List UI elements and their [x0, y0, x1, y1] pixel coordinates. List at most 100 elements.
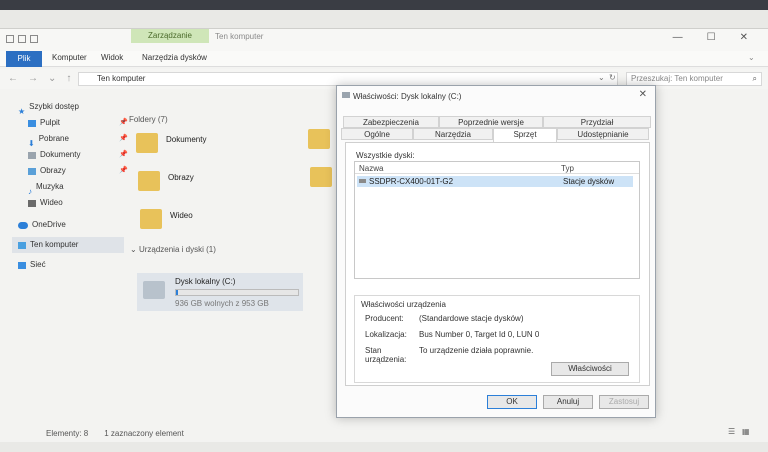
- sidebar-item-video[interactable]: Wideo: [18, 195, 128, 211]
- drive-icon: [143, 281, 165, 299]
- document-icon: [28, 151, 36, 159]
- tab-tools[interactable]: Narzędzia: [413, 128, 493, 140]
- group-header-devices[interactable]: ⌄ Urządzenia i dyski (1): [130, 245, 216, 254]
- chevron-down-icon[interactable]: ⌄: [598, 73, 605, 82]
- refresh-icon[interactable]: ↻: [609, 73, 616, 82]
- back-icon[interactable]: ←: [8, 73, 18, 84]
- disk-list-header: Nazwa Typ: [355, 162, 639, 174]
- selection-count: 1 zaznaczony element: [104, 429, 184, 438]
- search-input[interactable]: Przeszukaj: Ten komputer ⌕: [626, 72, 762, 86]
- item-count: Elementy: 8: [46, 429, 89, 438]
- tab-drive-tools[interactable]: Narzędzia dysków: [142, 53, 207, 62]
- tiles-view-icon[interactable]: ▦: [742, 427, 750, 436]
- details-view-icon[interactable]: ☰: [728, 427, 735, 436]
- desktop-icon: [28, 119, 36, 127]
- folder-documents[interactable]: Dokumenty: [166, 135, 206, 144]
- music-folder-icon[interactable]: [308, 129, 330, 149]
- drive-c-tile[interactable]: Dysk lokalny (C:) 936 GB wolnych z 953 G…: [137, 273, 303, 311]
- navigation-pane: ★ Szybki dostęp Pulpit 📌 ⬇ Pobrane 📌 Dokumen…: [12, 99, 128, 273]
- device-properties-button[interactable]: Właściwości: [551, 362, 629, 376]
- download-icon: ⬇: [28, 138, 35, 148]
- drive-usage-bar: [175, 289, 299, 296]
- ribbon-tabs: Plik Komputer Widok Narzędzia dysków ⌄: [0, 51, 768, 67]
- state-value: To urządzenie działa poprawnie.: [419, 346, 534, 355]
- address-input[interactable]: Ten komputer: [78, 72, 618, 86]
- tab-view[interactable]: Widok: [101, 53, 123, 62]
- cloud-icon: [18, 221, 28, 229]
- drive-name: Dysk lokalny (C:): [175, 277, 236, 286]
- music-icon: ♪: [28, 186, 32, 196]
- status-bar: Elementy: 8 1 zaznaczony element: [46, 429, 184, 438]
- column-header-type[interactable]: Typ: [561, 164, 574, 173]
- tab-file[interactable]: Plik: [6, 51, 42, 67]
- forward-icon[interactable]: →: [28, 73, 38, 84]
- sidebar-item-music[interactable]: ♪ Muzyka: [18, 179, 128, 196]
- folder-icon[interactable]: [140, 209, 162, 229]
- manufacturer-label: Producent:: [365, 314, 404, 323]
- search-placeholder: Przeszukaj: Ten komputer: [631, 74, 723, 83]
- folder-icon[interactable]: [138, 171, 160, 191]
- quick-access-toolbar: [6, 35, 38, 43]
- disk-type: Stacje dysków: [563, 177, 615, 186]
- pin-icon: 📌: [119, 167, 128, 174]
- disk-name: SSDPR-CX400-01T-G2: [369, 177, 454, 186]
- star-icon: ★: [18, 106, 26, 116]
- tab-quota[interactable]: Przydział: [543, 116, 651, 128]
- tab-sharing[interactable]: Udostępnianie: [557, 128, 649, 140]
- sidebar-item-network[interactable]: Sieć: [18, 257, 128, 273]
- video-icon: [28, 199, 36, 207]
- properties-icon[interactable]: [18, 35, 26, 43]
- ok-button[interactable]: OK: [487, 395, 537, 409]
- folder-pictures[interactable]: Obrazy: [168, 173, 194, 182]
- close-icon[interactable]: ✕: [639, 89, 647, 100]
- close-icon[interactable]: ✕: [740, 32, 748, 43]
- breadcrumb[interactable]: Ten komputer: [97, 74, 145, 83]
- disk-list[interactable]: Nazwa Typ SSDPR-CX400-01T-G2 Stacje dysk…: [354, 161, 640, 279]
- tab-general[interactable]: Ogólne: [341, 128, 413, 140]
- sidebar-item-downloads[interactable]: ⬇ Pobrane 📌: [18, 131, 128, 148]
- tab-security[interactable]: Zabezpieczenia: [343, 116, 439, 128]
- up-icon[interactable]: ↑: [66, 73, 71, 84]
- search-icon[interactable]: ⌕: [753, 73, 757, 85]
- tab-hardware[interactable]: Sprzęt: [493, 128, 557, 142]
- sidebar-item-desktop[interactable]: Pulpit 📌: [18, 115, 128, 131]
- disk-icon: [359, 179, 366, 183]
- context-tab-manage[interactable]: Zarządzanie: [131, 29, 209, 43]
- downloads-folder-icon[interactable]: [310, 167, 332, 187]
- drive-icon: [342, 92, 350, 98]
- sidebar-item-pictures[interactable]: Obrazy 📌: [18, 163, 128, 179]
- column-header-name[interactable]: Nazwa: [359, 164, 383, 173]
- table-row[interactable]: SSDPR-CX400-01T-G2 Stacje dysków: [357, 176, 633, 187]
- drive-free-space: 936 GB wolnych z 953 GB: [175, 299, 269, 308]
- folder-video[interactable]: Wideo: [170, 211, 193, 220]
- apply-button[interactable]: Zastosuj: [599, 395, 649, 409]
- sidebar-item-quick-access[interactable]: ★ Szybki dostęp: [18, 99, 128, 116]
- sidebar-item-this-pc[interactable]: Ten komputer: [12, 237, 124, 253]
- hardware-panel: Wszystkie dyski: Nazwa Typ SSDPR-CX400-0…: [345, 142, 650, 386]
- chevron-down-icon[interactable]: ⌄: [48, 73, 56, 84]
- folder-icon[interactable]: [136, 133, 158, 153]
- new-folder-icon[interactable]: [30, 35, 38, 43]
- folder-icon[interactable]: [6, 35, 14, 43]
- nav-buttons: ← → ⌄ ↑: [8, 73, 71, 84]
- window-controls: — ☐ ✕: [673, 32, 748, 43]
- title-bar: Zarządzanie Ten komputer — ☐ ✕: [0, 29, 768, 51]
- sidebar-item-documents[interactable]: Dokumenty 📌: [18, 147, 128, 163]
- manufacturer-value: (Standardowe stacje dysków): [419, 314, 524, 323]
- network-icon: [18, 261, 26, 269]
- screen: Zarządzanie Ten komputer — ☐ ✕ Plik Komp…: [0, 10, 768, 452]
- chevron-down-icon[interactable]: ⌄: [748, 53, 755, 62]
- cancel-button[interactable]: Anuluj: [543, 395, 593, 409]
- tab-previous-versions[interactable]: Poprzednie wersje: [439, 116, 543, 128]
- tab-computer[interactable]: Komputer: [52, 53, 87, 62]
- pin-icon: 📌: [119, 151, 128, 158]
- window-title: Ten komputer: [215, 32, 264, 41]
- dialog-title: Właściwości: Dysk lokalny (C:): [353, 92, 462, 101]
- minimize-icon[interactable]: —: [673, 32, 683, 43]
- group-header-folders[interactable]: ⌄ Foldery (7): [120, 115, 168, 124]
- all-disks-label: Wszystkie dyski:: [356, 151, 415, 160]
- device-properties-group: Właściwości urządzenia Producent: (Stand…: [354, 295, 640, 383]
- chevron-down-icon: ⌄: [120, 115, 129, 124]
- sidebar-item-onedrive[interactable]: OneDrive: [18, 217, 128, 233]
- maximize-icon[interactable]: ☐: [707, 32, 716, 43]
